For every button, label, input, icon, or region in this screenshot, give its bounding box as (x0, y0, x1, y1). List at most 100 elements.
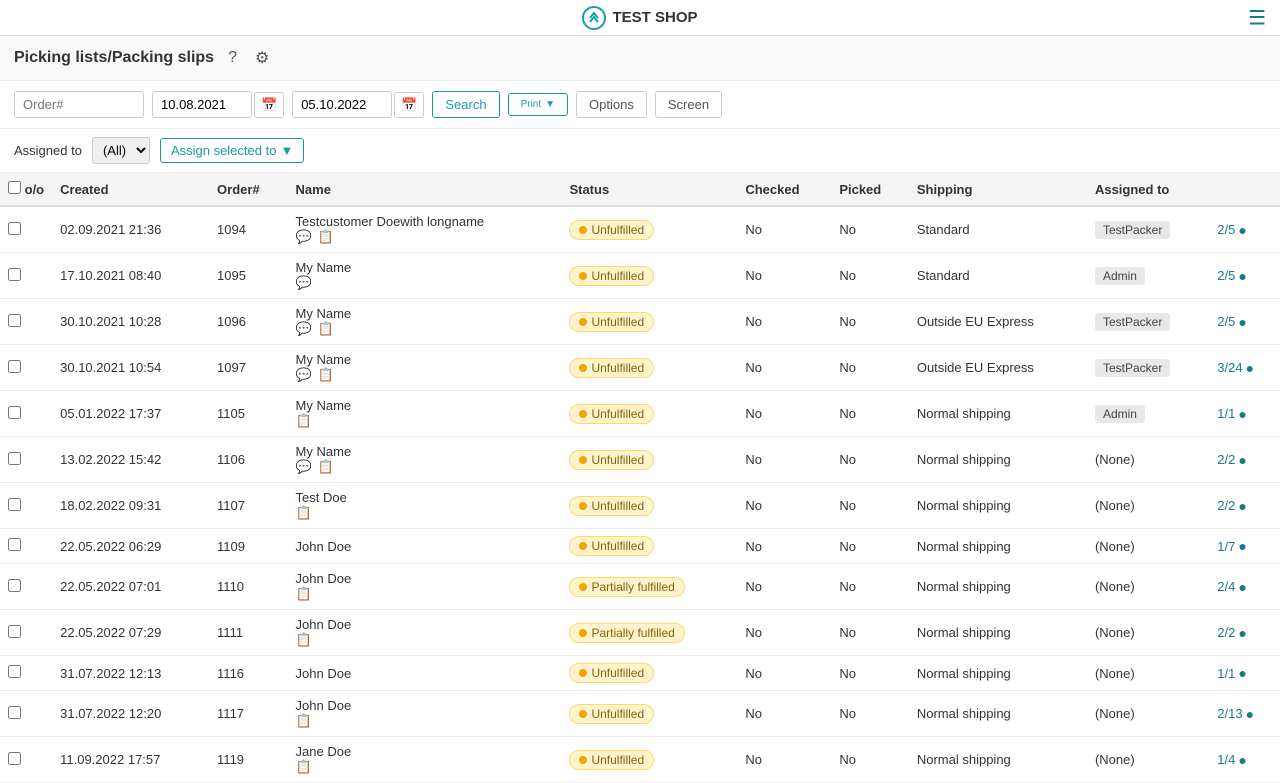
row-checkbox[interactable] (8, 452, 21, 465)
row-shipping: Normal shipping (909, 483, 1087, 529)
col-picked: Picked (831, 173, 909, 206)
row-created: 22.05.2022 07:01 (52, 564, 209, 610)
row-checkbox[interactable] (8, 314, 21, 327)
row-picked: No (831, 529, 909, 564)
copy-icon[interactable]: 📋 (318, 321, 334, 337)
row-checked: No (737, 691, 831, 737)
copy-icon[interactable]: 📋 (296, 632, 312, 648)
copy-icon[interactable]: 📋 (318, 459, 334, 475)
copy-icon[interactable]: 📋 (318, 367, 334, 383)
help-button[interactable]: ? (224, 47, 241, 69)
row-created: 22.05.2022 06:29 (52, 529, 209, 564)
hamburger-menu[interactable]: ☰ (1248, 5, 1266, 30)
row-shipping: Normal shipping (909, 656, 1087, 691)
assigned-to-select[interactable]: (All) (92, 137, 150, 164)
logo-icon (582, 6, 606, 30)
count-link[interactable]: 1/7 ● (1217, 538, 1272, 554)
order-search-input[interactable] (14, 91, 144, 118)
date-from-calendar[interactable]: 📅 (254, 92, 284, 118)
row-checkbox[interactable] (8, 360, 21, 373)
status-badge: Unfulfilled (569, 663, 654, 683)
row-status: Unfulfilled (561, 437, 737, 483)
row-name-text: My Name (296, 260, 352, 275)
count-link[interactable]: 1/4 ● (1217, 752, 1272, 768)
row-count: 1/1 ● (1209, 656, 1280, 691)
row-checkbox[interactable] (8, 706, 21, 719)
row-checkbox[interactable] (8, 406, 21, 419)
row-checkbox[interactable] (8, 222, 21, 235)
row-checkbox[interactable] (8, 268, 21, 281)
message-icon[interactable]: 💬 (296, 459, 312, 475)
row-checked: No (737, 206, 831, 253)
row-checkbox-cell (0, 391, 52, 437)
col-checked: Checked (737, 173, 831, 206)
row-checkbox[interactable] (8, 579, 21, 592)
count-link[interactable]: 2/2 ● (1217, 625, 1272, 641)
info-icon: ● (1238, 752, 1246, 768)
count-link[interactable]: 2/5 ● (1217, 314, 1272, 330)
copy-icon[interactable]: 📋 (296, 413, 312, 429)
assign-selected-button[interactable]: Assign selected to ▼ (160, 138, 304, 163)
message-icon[interactable]: 💬 (296, 229, 312, 245)
row-name: John Doe 📋 (288, 564, 562, 610)
options-button[interactable]: Options (576, 91, 647, 118)
row-picked: No (831, 299, 909, 345)
row-name-text: My Name (296, 352, 352, 367)
row-checkbox[interactable] (8, 625, 21, 638)
count-link[interactable]: 2/13 ● (1217, 706, 1272, 722)
row-count: 2/2 ● (1209, 483, 1280, 529)
message-icon[interactable]: 💬 (296, 367, 312, 383)
badge-dot-icon (579, 502, 587, 510)
date-to-calendar[interactable]: 📅 (394, 92, 424, 118)
row-picked: No (831, 737, 909, 783)
message-icon[interactable]: 💬 (296, 321, 312, 337)
count-link[interactable]: 2/2 ● (1217, 498, 1272, 514)
print-button[interactable]: Print ▼ (508, 93, 568, 116)
row-name: Test Doe 📋 (288, 483, 562, 529)
row-checkbox-cell (0, 691, 52, 737)
row-assigned: Admin (1087, 253, 1209, 299)
count-link[interactable]: 2/4 ● (1217, 579, 1272, 595)
copy-icon[interactable]: 📋 (296, 759, 312, 775)
copy-icon[interactable]: 📋 (296, 505, 312, 521)
copy-icon[interactable]: 📋 (296, 713, 312, 729)
row-checked: No (737, 253, 831, 299)
select-all-checkbox[interactable] (8, 181, 21, 194)
message-icon[interactable]: 💬 (296, 275, 312, 291)
count-link[interactable]: 1/1 ● (1217, 406, 1272, 422)
row-status: Unfulfilled (561, 345, 737, 391)
count-link[interactable]: 2/5 ● (1217, 222, 1272, 238)
row-picked: No (831, 564, 909, 610)
row-assigned: Admin (1087, 391, 1209, 437)
row-picked: No (831, 610, 909, 656)
row-checkbox[interactable] (8, 665, 21, 678)
screen-button[interactable]: Screen (655, 91, 722, 118)
settings-button[interactable]: ⚙ (251, 46, 273, 70)
col-order: Order# (209, 173, 288, 206)
row-checkbox[interactable] (8, 752, 21, 765)
copy-icon[interactable]: 📋 (318, 229, 334, 245)
info-icon: ● (1238, 452, 1246, 468)
row-actions: 📋 (296, 632, 554, 648)
count-link[interactable]: 3/24 ● (1217, 360, 1272, 376)
row-checkbox-cell (0, 529, 52, 564)
date-to-input[interactable] (292, 91, 392, 118)
row-checkbox[interactable] (8, 498, 21, 511)
search-button[interactable]: Search (432, 91, 499, 118)
table-row: 30.10.2021 10:28 1096 My Name 💬📋 Unfulfi… (0, 299, 1280, 345)
row-actions: 📋 (296, 505, 554, 521)
count-link[interactable]: 1/1 ● (1217, 665, 1272, 681)
row-status: Unfulfilled (561, 253, 737, 299)
col-count (1209, 173, 1280, 206)
count-link[interactable]: 2/2 ● (1217, 452, 1272, 468)
row-checked: No (737, 610, 831, 656)
row-shipping: Outside EU Express (909, 299, 1087, 345)
date-from-input[interactable] (152, 91, 252, 118)
count-link[interactable]: 2/5 ● (1217, 268, 1272, 284)
row-checkbox[interactable] (8, 538, 21, 551)
status-badge: Partially fulfilled (569, 577, 684, 597)
row-name: My Name 💬 (288, 253, 562, 299)
row-order: 1096 (209, 299, 288, 345)
row-order: 1097 (209, 345, 288, 391)
copy-icon[interactable]: 📋 (296, 586, 312, 602)
